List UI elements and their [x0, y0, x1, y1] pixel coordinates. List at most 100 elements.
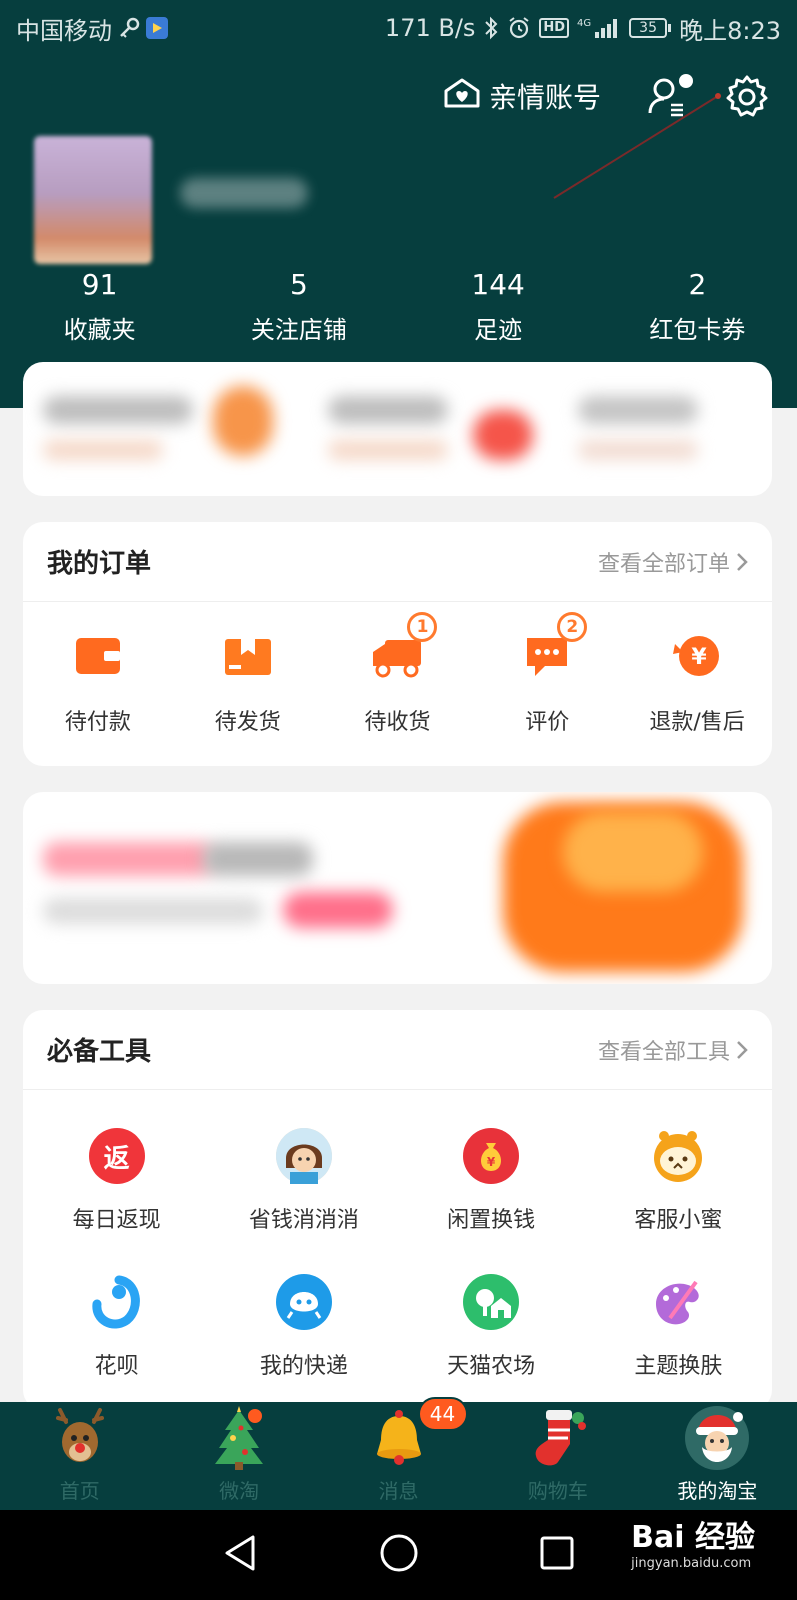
carrier-label: 中国移动 [16, 16, 112, 45]
stat-label: 收藏夹 [63, 316, 136, 344]
order-label: 待收货 [364, 710, 431, 735]
view-all-tools-link[interactable]: 查看全部工具 [598, 1034, 748, 1066]
tool-label: 省钱消消消 [248, 1208, 359, 1233]
order-pending-receipt[interactable]: 1 待收货 [323, 612, 473, 736]
tool-match-game[interactable]: 省钱消消消 [210, 1128, 397, 1234]
annotation-arrow [553, 93, 721, 199]
tool-huabei[interactable]: 花呗 [23, 1274, 210, 1380]
tab-cart[interactable]: 购物车 [478, 1402, 637, 1510]
tab-my-taobao[interactable]: 我的淘宝 [638, 1402, 797, 1510]
order-label: 退款/售后 [649, 710, 745, 735]
tool-label: 主题换肤 [634, 1354, 723, 1379]
tool-idle-exchange[interactable]: ¥ 闲置换钱 [398, 1128, 585, 1234]
wallet-icon [70, 628, 126, 684]
chevron-right-icon [737, 1040, 748, 1059]
tool-label: 客服小蜜 [634, 1208, 723, 1233]
order-pending-payment[interactable]: 待付款 [23, 628, 173, 736]
order-label: 评价 [525, 710, 570, 735]
tool-my-express[interactable]: 我的快递 [210, 1274, 397, 1380]
watermark-url: jingyan.baidu.com [631, 1556, 752, 1571]
avatar[interactable] [34, 136, 152, 264]
stat-label: 红包卡券 [649, 316, 746, 344]
order-count-badge: 2 [557, 612, 588, 642]
tool-label: 天猫农场 [447, 1354, 536, 1379]
tab-weitao[interactable]: 微淘 [159, 1402, 318, 1510]
stat-coupons[interactable]: 2 红包卡券 [598, 266, 797, 345]
chevron-right-icon [737, 552, 748, 571]
tab-label: 购物车 [527, 1479, 588, 1503]
stat-footprints[interactable]: 144 足迹 [399, 266, 598, 345]
stat-followed-shops[interactable]: 5 关注店铺 [199, 266, 398, 345]
hd-voice-icon: HD [539, 18, 570, 38]
stat-label: 关注店铺 [250, 316, 347, 344]
tool-customer-service[interactable]: 客服小蜜 [585, 1128, 772, 1234]
stat-value: 5 [289, 268, 308, 301]
courier-icon [275, 1274, 332, 1330]
bell-icon: 44 [366, 1397, 468, 1471]
tool-label: 我的快递 [259, 1354, 348, 1379]
tool-theme-skin[interactable]: 主题换肤 [585, 1274, 772, 1380]
farm-icon [463, 1274, 520, 1330]
bottom-tab-bar: 首页 微淘 44 消息 购物车 我的淘宝 [0, 1397, 797, 1510]
christmas-stocking-icon [525, 1405, 591, 1471]
unread-dot [246, 1407, 265, 1425]
game-avatar-icon [275, 1128, 332, 1184]
box-icon [220, 628, 276, 684]
svg-text:¥: ¥ [691, 645, 707, 670]
recents-button[interactable] [539, 1535, 575, 1575]
tab-home[interactable]: 首页 [0, 1402, 159, 1510]
cashback-icon: 返 [88, 1128, 145, 1184]
view-all-orders-label: 查看全部订单 [597, 551, 730, 577]
profile-stats: 91 收藏夹 5 关注店铺 144 足迹 2 红包卡券 [0, 266, 797, 345]
tab-label: 我的淘宝 [677, 1479, 758, 1503]
blurred-promo-banner[interactable] [23, 362, 772, 496]
tool-label: 花呗 [94, 1354, 139, 1379]
santa-icon [684, 1405, 750, 1471]
svg-text:¥: ¥ [487, 1155, 496, 1169]
tool-label: 每日返现 [72, 1208, 161, 1233]
christmas-tree-icon [206, 1405, 272, 1471]
bluetooth-icon [483, 16, 499, 40]
battery-icon: 35 [629, 18, 672, 38]
order-review[interactable]: 2 评价 [472, 612, 622, 736]
stat-value: 144 [471, 268, 525, 301]
tab-label: 消息 [378, 1479, 419, 1503]
orders-header: 我的订单 查看全部订单 [23, 522, 772, 602]
svg-text:4G: 4G [577, 18, 591, 29]
essential-tools-card: 必备工具 查看全部工具 返 每日返现 省钱消消消 ¥ 闲置换钱 客服小蜜 花呗 … [23, 1010, 772, 1410]
stat-label: 足迹 [474, 316, 523, 344]
alarm-icon [507, 16, 531, 40]
clock-time: 晚上8:23 [679, 16, 781, 45]
tools-title: 必备工具 [47, 1037, 152, 1067]
stat-value: 2 [688, 268, 707, 301]
network-speed: 171 B/s [384, 14, 476, 42]
stat-favorites[interactable]: 91 收藏夹 [0, 266, 199, 345]
signal-icon: 4G [577, 16, 621, 40]
back-triangle-icon [225, 1535, 254, 1571]
reindeer-icon [47, 1405, 113, 1471]
order-label: 待付款 [64, 710, 131, 735]
tab-label: 首页 [59, 1479, 100, 1503]
orders-title: 我的订单 [47, 549, 152, 579]
tool-tmall-farm[interactable]: 天猫农场 [398, 1274, 585, 1380]
recents-square-icon [540, 1536, 573, 1570]
user-nickname[interactable] [180, 178, 308, 208]
back-button[interactable] [223, 1533, 259, 1577]
watermark-title: Bai 经验 [631, 1520, 755, 1555]
my-orders-card: 我的订单 查看全部订单 待付款 待发货 1 待收货 2 评价 ¥ 退款/售后 [23, 522, 772, 766]
view-all-orders-link[interactable]: 查看全部订单 [598, 546, 748, 578]
order-label: 待发货 [214, 710, 281, 735]
message-count-badge: 44 [417, 1397, 468, 1431]
money-bag-icon: ¥ [463, 1128, 520, 1184]
home-button[interactable] [379, 1533, 419, 1577]
stat-value: 91 [81, 268, 118, 301]
blurred-ad-banner[interactable] [23, 792, 772, 984]
tool-daily-cashback[interactable]: 返 每日返现 [23, 1128, 210, 1234]
notification-dot [679, 74, 693, 88]
tab-messages[interactable]: 44 消息 [319, 1397, 478, 1510]
order-refund[interactable]: ¥ 退款/售后 [622, 628, 772, 736]
delivery-truck-icon: 1 [369, 612, 438, 684]
status-bar: 中国移动 171 B/s HD 4G 35 晚上8:23 [0, 0, 797, 56]
video-app-icon [146, 17, 168, 39]
order-pending-shipment[interactable]: 待发货 [173, 628, 323, 736]
